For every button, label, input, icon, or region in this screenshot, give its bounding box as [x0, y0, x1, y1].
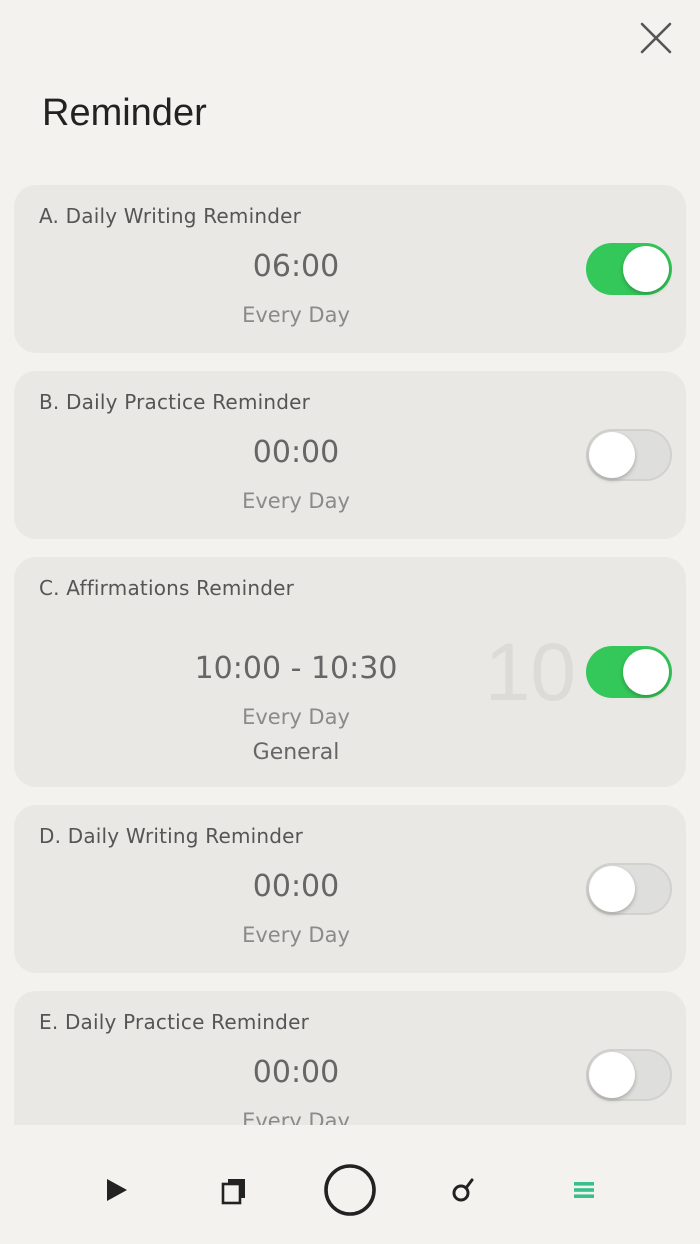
- pages-icon: [221, 1179, 245, 1205]
- reminder-title: C. Affirmations Reminder: [39, 576, 295, 600]
- toggle-knob: [623, 246, 669, 292]
- toggle-knob: [589, 432, 635, 478]
- page-title: Reminder: [42, 92, 207, 134]
- reminder-time[interactable]: 00:00: [14, 435, 578, 470]
- reminder-repeat: Every Day: [242, 303, 350, 327]
- reminder-toggle[interactable]: [586, 646, 672, 698]
- reminder-card-d[interactable]: D. Daily Writing Reminder 00:00 Every Da…: [14, 805, 686, 973]
- reminder-card-c[interactable]: C. Affirmations Reminder 10:00 - 10:30 E…: [14, 557, 686, 787]
- reminder-time[interactable]: 06:00: [14, 249, 578, 284]
- tab-menu[interactable]: [554, 1160, 614, 1220]
- reminder-title: B. Daily Practice Reminder: [39, 390, 311, 414]
- toggle-knob: [623, 649, 669, 695]
- circle-icon: [324, 1164, 376, 1216]
- reminder-repeat: Every Day: [242, 1109, 350, 1125]
- reminder-repeat: Every Day: [242, 923, 350, 947]
- reminder-title: A. Daily Writing Reminder: [39, 204, 302, 228]
- tab-pages[interactable]: [204, 1160, 264, 1220]
- reminder-toggle[interactable]: [586, 243, 672, 295]
- reminder-screen: Reminder A. Daily Writing Reminder 06:00…: [0, 0, 700, 1244]
- reminder-repeat: Every Day: [242, 489, 350, 513]
- reminder-card-a[interactable]: A. Daily Writing Reminder 06:00 Every Da…: [14, 185, 686, 353]
- reminder-time[interactable]: 00:00: [14, 869, 578, 904]
- tab-search[interactable]: [434, 1160, 494, 1220]
- reminder-card-b[interactable]: B. Daily Practice Reminder 00:00 Every D…: [14, 371, 686, 539]
- reminder-title: E. Daily Practice Reminder: [39, 1010, 309, 1034]
- toggle-knob: [589, 866, 635, 912]
- reminder-list[interactable]: A. Daily Writing Reminder 06:00 Every Da…: [14, 185, 686, 1125]
- close-icon: [640, 22, 672, 54]
- reminder-toggle[interactable]: [586, 1049, 672, 1101]
- reminder-category: General: [252, 740, 340, 765]
- tab-play[interactable]: [86, 1160, 146, 1220]
- reminder-title: D. Daily Writing Reminder: [39, 824, 304, 848]
- play-icon: [107, 1179, 127, 1201]
- reminder-time[interactable]: 00:00: [14, 1055, 578, 1090]
- bottom-tab-bar: [0, 1126, 700, 1244]
- reminder-card-e[interactable]: E. Daily Practice Reminder 00:00 Every D…: [14, 991, 686, 1125]
- toggle-knob: [589, 1052, 635, 1098]
- reminder-toggle[interactable]: [586, 429, 672, 481]
- reminder-count-badge: 10: [484, 627, 576, 718]
- magnifier-icon: [452, 1178, 474, 1202]
- close-button[interactable]: [636, 18, 676, 58]
- menu-icon: [574, 1182, 594, 1198]
- reminder-toggle[interactable]: [586, 863, 672, 915]
- tab-center[interactable]: [320, 1160, 380, 1220]
